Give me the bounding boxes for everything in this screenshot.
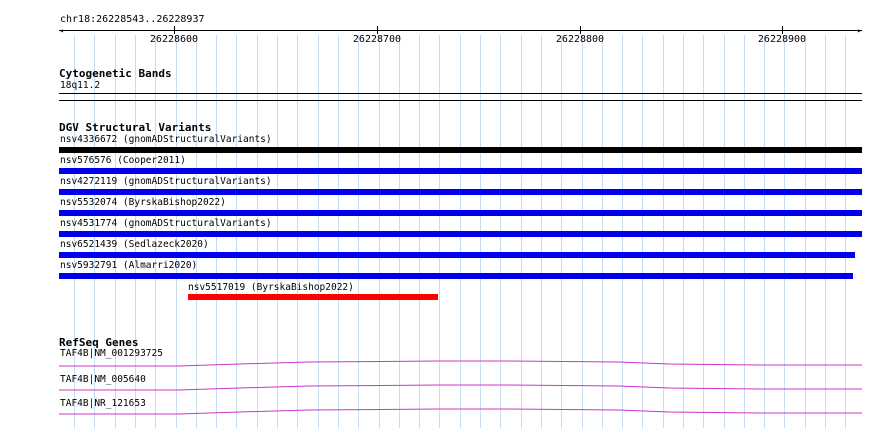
variant-bar[interactable]	[59, 273, 853, 279]
ruler-tick-label: 26228600	[149, 34, 199, 45]
gene-intron-line	[59, 384, 862, 391]
variant-bar[interactable]	[188, 294, 438, 300]
cytoband-band-line-bottom	[59, 100, 862, 101]
variant-bar[interactable]	[59, 147, 862, 153]
gene-model[interactable]	[59, 358, 862, 370]
variant-label: nsv4531774 (gnomADStructuralVariants)	[60, 218, 272, 229]
variant-label: nsv576576 (Cooper2011)	[60, 155, 186, 166]
cytoband-track-title[interactable]: Cytogenetic Bands	[59, 67, 172, 80]
cytoband-band-line-top[interactable]	[59, 93, 862, 94]
location-label: chr18:26228543..26228937	[60, 14, 205, 25]
cytoband-label: 18q11.2	[60, 80, 101, 91]
ruler-tick	[174, 26, 175, 34]
ruler-right-arrow-icon: ▸	[857, 26, 862, 35]
dgv-track-title[interactable]: DGV Structural Variants	[59, 121, 211, 134]
variant-bar[interactable]	[59, 231, 862, 237]
variant-bar[interactable]	[59, 252, 855, 258]
gene-model[interactable]	[59, 406, 862, 418]
variant-label: nsv5532074 (ByrskaBishop2022)	[60, 197, 226, 208]
ruler-axis	[59, 30, 862, 31]
ruler-tick	[782, 26, 783, 34]
genome-browser-view: chr18:26228543..26228937 ◂ ▸ 26228600 26…	[0, 0, 890, 428]
ruler-tick	[580, 26, 581, 34]
variant-label: nsv5517019 (ByrskaBishop2022)	[188, 282, 354, 293]
variant-bar[interactable]	[59, 210, 862, 216]
variant-label: nsv4272119 (gnomADStructuralVariants)	[60, 176, 272, 187]
variant-label: nsv6521439 (Sedlazeck2020)	[60, 239, 209, 250]
ruler-tick-label: 26228800	[555, 34, 605, 45]
ruler-tick	[377, 26, 378, 34]
ruler-tick-label: 26228900	[757, 34, 807, 45]
ruler-tick-label: 26228700	[352, 34, 402, 45]
ruler-left-arrow-icon: ◂	[59, 26, 64, 35]
gene-intron-line	[59, 408, 862, 415]
variant-bar[interactable]	[59, 168, 862, 174]
gene-model[interactable]	[59, 382, 862, 394]
variant-label: nsv5932791 (Almarri2020)	[60, 260, 198, 271]
variant-bar[interactable]	[59, 189, 862, 195]
variant-label: nsv4336672 (gnomADStructuralVariants)	[60, 134, 272, 145]
gene-intron-line	[59, 360, 862, 367]
